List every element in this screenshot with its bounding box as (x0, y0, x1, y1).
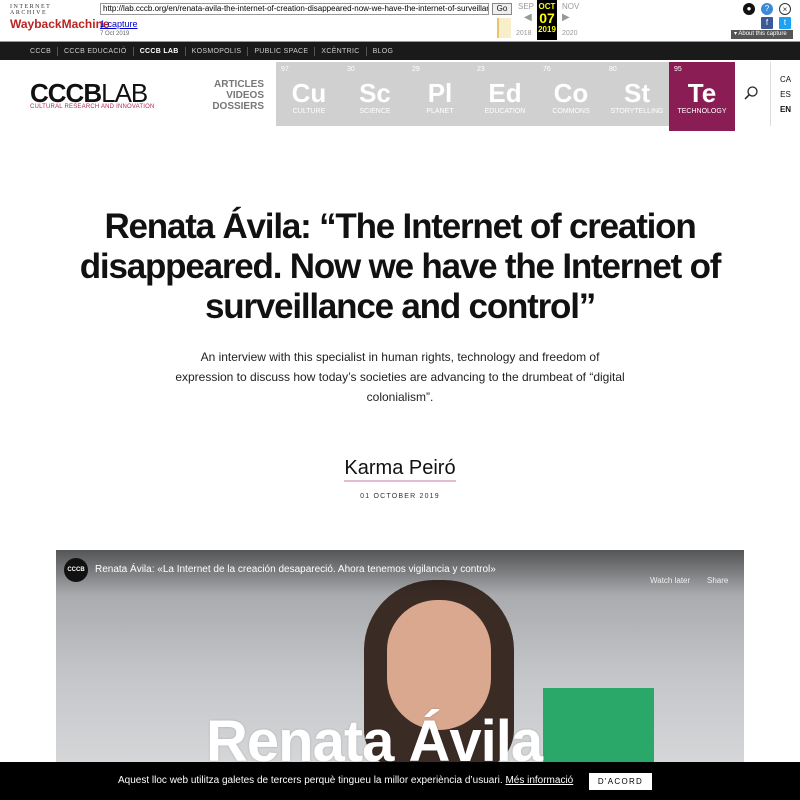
cookie-text: Aquest lloc web utilitza galetes de terc… (118, 775, 573, 786)
tile-science[interactable]: 30 Sc SCIENCE (342, 62, 408, 126)
topnav-cccb[interactable]: CCCB (24, 46, 59, 56)
wayback-go-button[interactable]: Go (492, 3, 512, 15)
tile-number: 80 (609, 66, 617, 73)
article-author: Karma Peiró (0, 457, 800, 482)
section-links: ARTICLES VIDEOS DOSSIERS (200, 79, 264, 112)
tile-symbol: Ed (488, 78, 522, 108)
prev-arrow-icon[interactable]: ◀ (524, 12, 532, 23)
lang-ca[interactable]: CA (771, 72, 800, 87)
article-lead: An interview with this specialist in hum… (175, 350, 625, 404)
tile-symbol: Pl (427, 78, 453, 108)
topic-tiles: 97 Cu CULTURE 30 Sc SCIENCE 29 Pl PLANET… (276, 62, 735, 131)
topnav-kosmopolis[interactable]: KOSMOPOLIS (186, 46, 249, 56)
tile-name: TECHNOLOGY (677, 108, 727, 115)
topnav-blog[interactable]: BLOG (367, 47, 400, 56)
tile-number: 95 (674, 66, 682, 73)
topnav-xcentric[interactable]: XCÈNTRIC (315, 46, 367, 56)
tile-number: 29 (412, 66, 420, 73)
article-date: 01 OCTOBER 2019 (360, 493, 440, 500)
wayback-logo-top: INTERNET ARCHIVE (10, 4, 52, 16)
cookie-accept-button[interactable]: D'ACORD (589, 773, 652, 790)
cookie-more-info-link[interactable]: Més informació (505, 775, 573, 786)
cookie-message: Aquest lloc web utilitza galetes de terc… (118, 775, 503, 786)
next-arrow-icon[interactable]: ▶ (562, 12, 570, 23)
cookie-banner: Aquest lloc web utilitza galetes de terc… (0, 762, 800, 800)
section-videos[interactable]: VIDEOS (200, 90, 264, 101)
tile-technology[interactable]: 95 Te TECHNOLOGY (669, 62, 735, 131)
current-capture: OCT 07 2019 (537, 0, 557, 40)
section-dossiers[interactable]: DOSSIERS (200, 101, 264, 112)
tile-symbol: Te (687, 78, 717, 108)
lang-en[interactable]: EN (771, 102, 800, 117)
wayback-url-input[interactable]: http://lab.cccb.org/en/renata-avila-the-… (100, 3, 489, 15)
topnav-cccb-educacio[interactable]: CCCB EDUCACIÓ (58, 46, 134, 56)
current-year: 2019 (538, 25, 556, 34)
tile-symbol: Sc (359, 78, 391, 108)
share-button[interactable]: Share (707, 576, 728, 585)
next-year[interactable]: 2020 (562, 30, 578, 37)
tile-number: 30 (347, 66, 355, 73)
tile-name: STORYTELLING (610, 108, 664, 115)
lang-es[interactable]: ES (771, 87, 800, 102)
tile-planet[interactable]: 29 Pl PLANET (407, 62, 473, 126)
video-green-panel (543, 688, 654, 762)
facebook-icon[interactable]: f (761, 17, 773, 29)
wayback-logo[interactable]: INTERNET ARCHIVE WaybackMachine (10, 4, 110, 31)
tile-symbol: Co (553, 78, 589, 108)
tile-name: EDUCATION (484, 108, 526, 115)
about-capture-label: About this capture (738, 31, 787, 37)
tile-storytelling[interactable]: 80 St STORYTELLING (604, 62, 670, 126)
user-icon[interactable]: ● (743, 3, 755, 15)
author-link[interactable]: Karma Peiró (344, 457, 456, 482)
current-day: 07 (539, 10, 555, 26)
topnav-public-space[interactable]: PUBLIC SPACE (248, 46, 316, 56)
video-overlay-name: Renata Ávila (206, 709, 543, 762)
twitter-icon[interactable]: t (779, 17, 791, 29)
top-nav: CCCB CCCB EDUCACIÓ CCCB LAB KOSMOPOLIS P… (0, 42, 800, 60)
topnav-cccb-lab[interactable]: CCCB LAB (134, 46, 186, 56)
captures-link[interactable]: 1 capture (100, 19, 138, 29)
tile-number: 76 (543, 66, 551, 73)
video-player[interactable]: Renata Ávila CCCB Renata Ávila: «La Inte… (56, 550, 744, 762)
tile-number: 97 (281, 66, 289, 73)
capture-sparkline[interactable] (497, 18, 511, 38)
tile-culture[interactable]: 97 Cu CULTURE (276, 62, 342, 126)
tile-commons[interactable]: 76 Co COMMONS (538, 62, 604, 126)
watch-later-button[interactable]: Watch later (650, 576, 690, 585)
wayback-toolbar: INTERNET ARCHIVE WaybackMachine http://l… (0, 0, 800, 42)
video-title[interactable]: Renata Ávila: «La Internet de la creació… (95, 564, 496, 575)
capture-date: 7 Oct 2019 (100, 31, 130, 37)
tile-number: 23 (477, 66, 485, 73)
tile-name: PLANET (426, 108, 454, 115)
close-icon[interactable]: × (779, 3, 791, 15)
tile-name: COMMONS (552, 108, 590, 115)
tile-name: CULTURE (292, 108, 326, 115)
logo-subtitle: CULTURAL RESEARCH AND INNOVATION (30, 104, 155, 110)
about-capture-toggle[interactable]: ▾ About this capture (731, 30, 793, 39)
language-switcher: CA ES EN (770, 62, 800, 126)
wayback-logo-main: WaybackMachine (10, 17, 110, 31)
tile-name: SCIENCE (359, 108, 391, 115)
tile-symbol: Cu (291, 78, 327, 108)
article-title: Renata Ávila: “The Internet of creation … (79, 207, 722, 326)
prev-year[interactable]: 2018 (516, 30, 532, 37)
channel-avatar[interactable]: CCCB (64, 558, 88, 582)
prev-month-link[interactable]: SEP (518, 2, 534, 11)
tile-education[interactable]: 23 Ed EDUCATION (472, 62, 538, 126)
search-icon[interactable] (743, 85, 759, 101)
section-articles[interactable]: ARTICLES (200, 79, 264, 90)
tile-symbol: St (624, 78, 650, 108)
help-icon[interactable]: ? (761, 3, 773, 15)
next-month-link[interactable]: NOV (562, 2, 579, 11)
